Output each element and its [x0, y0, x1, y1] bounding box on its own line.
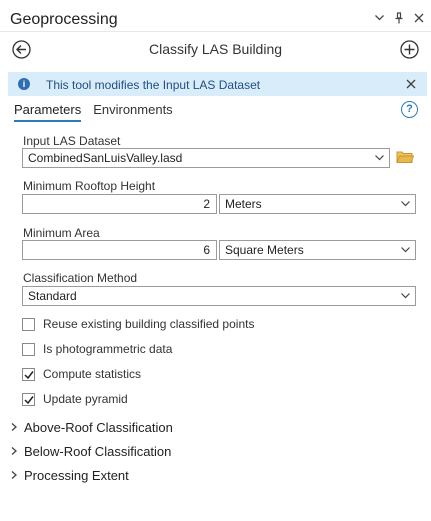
chevron-down-icon	[375, 155, 384, 161]
chevron-right-icon	[11, 447, 17, 455]
info-close-button[interactable]	[404, 77, 418, 91]
info-bar: i This tool modifies the Input LAS Datas…	[8, 72, 427, 96]
pane-controls	[373, 12, 425, 24]
close-icon	[406, 79, 416, 89]
pin-icon[interactable]	[393, 12, 405, 24]
checkmark-icon	[24, 395, 34, 404]
input-las-value: CombinedSanLuisValley.lasd	[28, 151, 183, 165]
add-button[interactable]	[400, 40, 419, 59]
chevron-right-icon	[11, 423, 17, 431]
chevron-down-icon[interactable]	[373, 12, 385, 24]
min-rooftop-label: Minimum Rooftop Height	[23, 179, 156, 193]
section-above-roof[interactable]: Above-Roof Classification	[10, 418, 173, 436]
info-message: This tool modifies the Input LAS Dataset	[46, 78, 261, 92]
update-pyramid-label: Update pyramid	[43, 392, 128, 406]
photogrammetric-label: Is photogrammetric data	[43, 342, 173, 356]
section-below-roof-label: Below-Roof Classification	[24, 443, 172, 459]
input-las-dropdown[interactable]: CombinedSanLuisValley.lasd	[22, 148, 390, 168]
section-below-roof[interactable]: Below-Roof Classification	[10, 442, 171, 460]
info-icon: i	[18, 78, 30, 90]
update-pyramid-checkbox[interactable]	[22, 392, 35, 406]
tab-environments[interactable]: Environments	[93, 102, 172, 122]
compute-statistics-label: Compute statistics	[43, 367, 142, 381]
section-processing-extent-label: Processing Extent	[24, 467, 129, 483]
pane-header: Geoprocessing	[0, 0, 431, 32]
check-row-photogrammetric: Is photogrammetric data	[22, 341, 172, 357]
min-area-unit-dropdown[interactable]: Square Meters	[219, 240, 416, 260]
tab-bar: Parameters Environments	[14, 102, 173, 122]
tab-parameters[interactable]: Parameters	[14, 102, 82, 122]
classification-method-label: Classification Method	[23, 271, 138, 285]
reuse-classified-checkbox[interactable]	[22, 317, 35, 331]
check-row-update-pyramid: Update pyramid	[22, 391, 128, 407]
reuse-classified-label: Reuse existing building classified point…	[43, 317, 255, 331]
classification-method-value: Standard	[28, 289, 77, 303]
plus-circle-icon	[400, 40, 419, 59]
min-rooftop-input[interactable]: 2	[22, 194, 217, 214]
section-processing-extent[interactable]: Processing Extent	[10, 466, 129, 484]
close-icon[interactable]	[413, 12, 425, 24]
check-row-compute-stats: Compute statistics	[22, 366, 141, 382]
chevron-down-icon	[401, 247, 410, 253]
help-icon[interactable]: ?	[401, 101, 418, 118]
tool-header: Classify LAS Building	[0, 32, 431, 66]
input-las-label: Input LAS Dataset	[23, 134, 121, 148]
tool-title: Classify LAS Building	[148, 41, 283, 57]
photogrammetric-checkbox[interactable]	[22, 342, 35, 356]
check-row-reuse: Reuse existing building classified point…	[22, 316, 254, 332]
classification-method-dropdown[interactable]: Standard	[22, 286, 416, 306]
min-area-unit-value: Square Meters	[225, 243, 304, 257]
chevron-right-icon	[11, 471, 17, 479]
browse-button[interactable]	[396, 150, 415, 164]
min-area-label: Minimum Area	[23, 226, 100, 240]
folder-icon	[396, 151, 415, 163]
section-above-roof-label: Above-Roof Classification	[24, 419, 173, 435]
pane-title: Geoprocessing	[10, 11, 118, 28]
chevron-down-icon	[401, 293, 410, 299]
min-rooftop-unit-value: Meters	[225, 197, 262, 211]
chevron-down-icon	[401, 201, 410, 207]
min-rooftop-unit-dropdown[interactable]: Meters	[219, 194, 416, 214]
compute-statistics-checkbox[interactable]	[22, 367, 35, 381]
min-area-input[interactable]: 6	[22, 240, 217, 260]
checkmark-icon	[24, 370, 34, 379]
